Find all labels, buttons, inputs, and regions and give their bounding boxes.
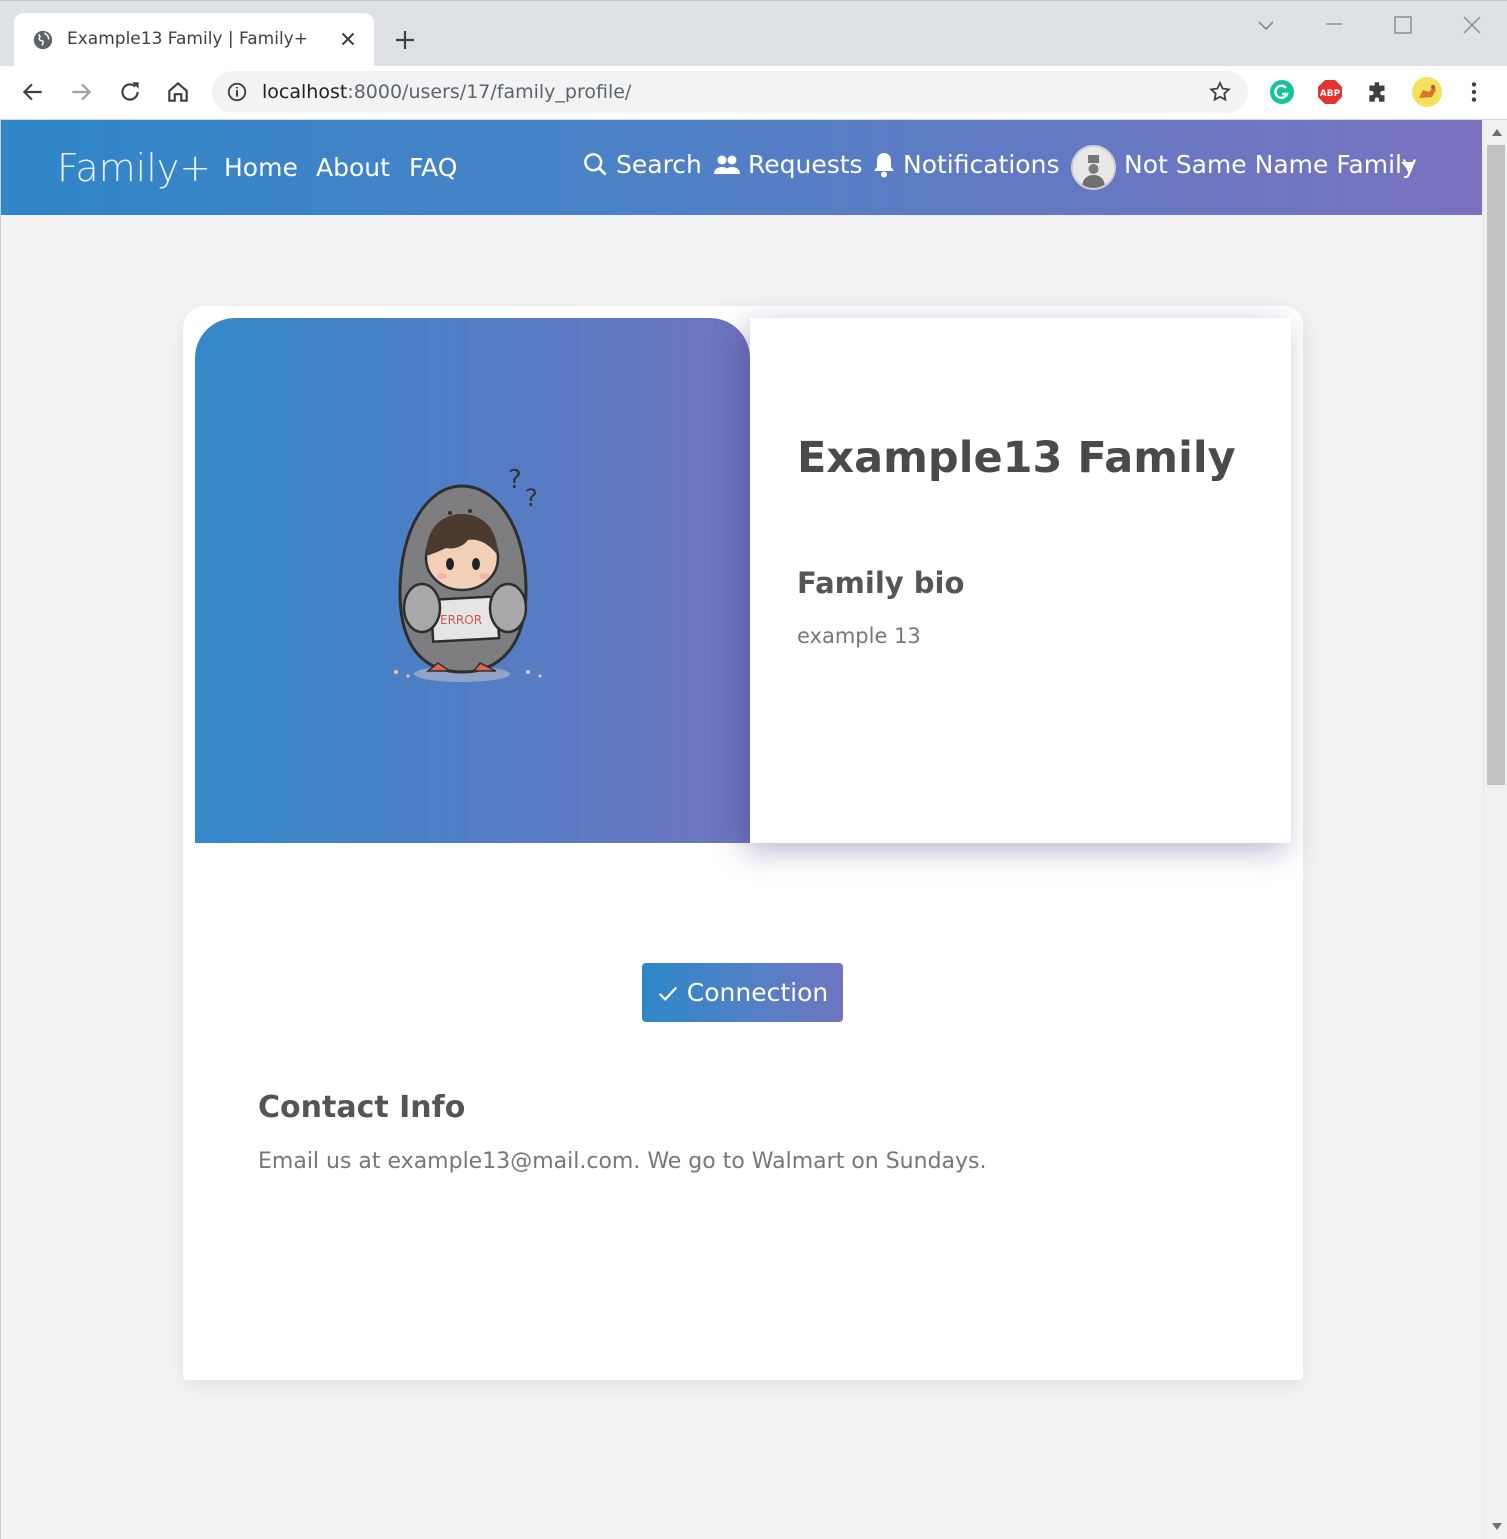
- new-tab-icon[interactable]: [393, 28, 417, 52]
- tab-search-icon[interactable]: [1254, 13, 1278, 37]
- browser-tab[interactable]: Example13 Family | Family+: [14, 13, 374, 67]
- user-menu-name[interactable]: Not Same Name Family: [1124, 150, 1417, 179]
- bookmark-star-icon[interactable]: [1208, 80, 1232, 104]
- profile-hero: ? ? ERROR: [195, 318, 750, 843]
- connection-button-label: Connection: [686, 978, 829, 1007]
- scroll-down-arrow-icon[interactable]: [1492, 1523, 1502, 1530]
- profile-avatar-icon[interactable]: [1411, 76, 1443, 108]
- reload-icon[interactable]: [117, 79, 143, 105]
- nav-requests-label: Requests: [748, 150, 863, 179]
- family-name-heading: Example13 Family: [797, 433, 1236, 483]
- maximize-icon[interactable]: [1391, 13, 1415, 37]
- user-avatar[interactable]: [1071, 145, 1116, 190]
- forward-icon[interactable]: [68, 79, 94, 105]
- contact-info-heading: Contact Info: [258, 1090, 466, 1125]
- profile-card: ? ? ERROR Example13 Family Family bio ex…: [183, 306, 1303, 1380]
- search-icon: [584, 153, 607, 176]
- back-icon[interactable]: [20, 79, 46, 105]
- close-window-icon[interactable]: [1460, 13, 1484, 37]
- home-icon[interactable]: [165, 79, 191, 105]
- check-icon: [658, 986, 677, 1001]
- page-scrollbar[interactable]: [1483, 120, 1507, 1539]
- minimize-icon[interactable]: [1322, 13, 1346, 37]
- svg-text:ABP: ABP: [1320, 89, 1341, 99]
- url-text[interactable]: localhost:8000/users/17/family_profile/: [262, 81, 631, 103]
- site-navbar: Family+ Home About FAQ Search Requests N…: [1, 120, 1482, 215]
- bell-icon: [874, 153, 894, 178]
- error-mascot-image: ? ? ERROR: [394, 465, 542, 682]
- svg-text:ERROR: ERROR: [440, 613, 482, 627]
- grammarly-extension-icon[interactable]: [1269, 79, 1295, 105]
- connection-button[interactable]: Connection: [642, 963, 843, 1022]
- svg-text:?: ?: [508, 465, 522, 495]
- nav-notifications-label: Notifications: [903, 150, 1060, 179]
- scroll-thumb[interactable]: [1487, 145, 1505, 785]
- browser-tabstrip: Example13 Family | Family+: [0, 0, 1507, 67]
- family-bio-heading: Family bio: [797, 566, 965, 600]
- people-icon: [714, 155, 740, 174]
- profile-info-panel: Example13 Family Family bio example 13: [750, 318, 1291, 843]
- scroll-up-arrow-icon[interactable]: [1492, 129, 1502, 136]
- address-bar[interactable]: localhost:8000/users/17/family_profile/: [212, 71, 1248, 113]
- close-tab-icon[interactable]: [337, 28, 359, 50]
- extensions-puzzle-icon[interactable]: [1365, 79, 1391, 105]
- nav-search-label: Search: [616, 150, 702, 179]
- browser-toolbar: localhost:8000/users/17/family_profile/ …: [0, 66, 1507, 120]
- nav-search[interactable]: Search: [582, 150, 702, 179]
- nav-home[interactable]: Home: [224, 153, 298, 182]
- dropdown-caret-icon[interactable]: [1401, 162, 1415, 170]
- tab-title: Example13 Family | Family+: [67, 29, 308, 49]
- family-bio-text: example 13: [797, 624, 921, 648]
- menu-kebab-icon[interactable]: [1461, 79, 1487, 105]
- page-viewport: Family+ Home About FAQ Search Requests N…: [0, 120, 1507, 1539]
- svg-text:?: ?: [525, 484, 538, 512]
- adblock-extension-icon[interactable]: ABP: [1317, 79, 1343, 105]
- brand-logo[interactable]: Family+: [57, 146, 211, 190]
- nav-faq[interactable]: FAQ: [409, 153, 457, 182]
- site-info-icon[interactable]: [226, 81, 248, 103]
- contact-info-text: Email us at example13@mail.com. We go to…: [258, 1149, 987, 1174]
- avatar-icon: [1073, 147, 1114, 188]
- nav-notifications[interactable]: Notifications: [872, 150, 1059, 179]
- nav-about[interactable]: About: [316, 153, 390, 182]
- globe-icon: [33, 30, 53, 50]
- nav-requests[interactable]: Requests: [713, 150, 863, 179]
